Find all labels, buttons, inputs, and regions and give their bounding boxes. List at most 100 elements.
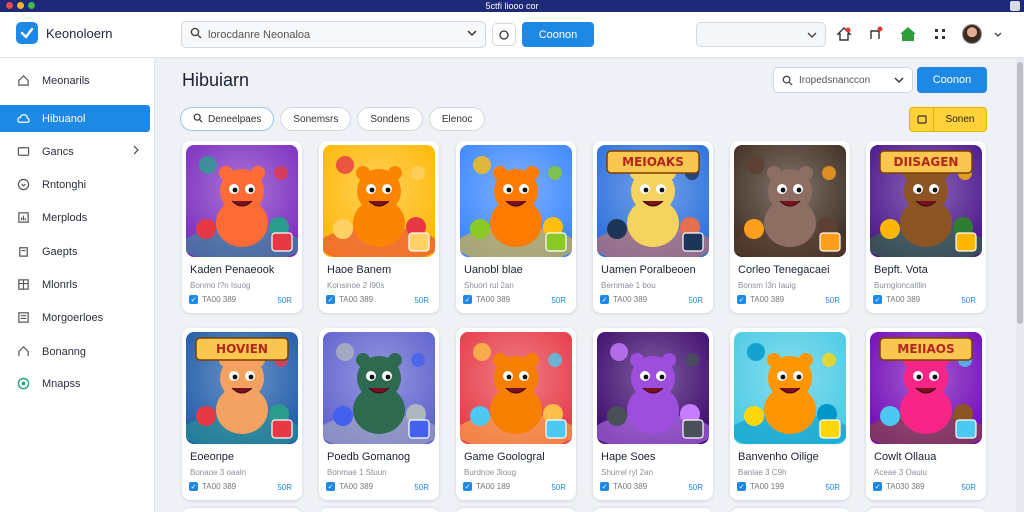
game-link[interactable]: 50R: [277, 483, 292, 492]
sidebar-item[interactable]: Gaepts: [0, 238, 150, 265]
filter-chip[interactable]: Sondens: [357, 107, 423, 131]
refresh-button[interactable]: [492, 23, 516, 46]
filter-chip[interactable]: Elenoc: [428, 107, 486, 131]
sidebar-item[interactable]: Gancs: [0, 138, 150, 165]
sidebar-item[interactable]: Mnapss: [0, 370, 150, 397]
game-card[interactable]: Game Goologral Burdnoe 3ioug ✓ TA00 189 50R: [456, 328, 576, 500]
game-link[interactable]: 50R: [961, 483, 976, 492]
game-link[interactable]: 50R: [414, 296, 429, 305]
search-icon: [190, 26, 202, 44]
game-title[interactable]: Bepft. Vota: [874, 264, 928, 276]
sidebar-item[interactable]: Rntonghi: [0, 171, 150, 198]
game-title[interactable]: Poedb Gomanog: [327, 451, 410, 463]
game-link[interactable]: 50R: [277, 296, 292, 305]
chevron-down-icon[interactable]: [467, 29, 477, 40]
sidebar-item[interactable]: Merplods: [0, 204, 150, 231]
window-menu-button[interactable]: [1010, 1, 1020, 11]
game-thumbnail[interactable]: DIISAGEN: [870, 145, 982, 257]
game-thumbnail[interactable]: [323, 332, 435, 444]
card-row-peek: [593, 508, 713, 512]
checkbox-icon[interactable]: ✓: [600, 482, 609, 491]
header-search-input[interactable]: lorocdanre Neonaloa: [181, 21, 486, 48]
sidebar-item[interactable]: Bonanng: [0, 338, 150, 365]
checkbox-icon[interactable]: ✓: [189, 295, 198, 304]
grid-menu-icon[interactable]: [930, 24, 950, 44]
game-title[interactable]: Banvenho Oilige: [738, 451, 819, 463]
game-title[interactable]: Corleo Tenegacaei: [738, 264, 830, 276]
sidebar-item[interactable]: Meonarils: [0, 67, 150, 94]
game-thumbnail[interactable]: MEIIAOS: [870, 332, 982, 444]
game-link[interactable]: 50R: [414, 483, 429, 492]
content-search-button[interactable]: Coonon: [917, 67, 987, 93]
game-thumbnail[interactable]: [460, 332, 572, 444]
chart-icon: [16, 211, 30, 225]
app-logo[interactable]: Keonoloern: [16, 22, 113, 44]
filter-chip[interactable]: Sonemsrs: [280, 107, 352, 131]
game-thumbnail[interactable]: MEIOAKS: [597, 145, 709, 257]
chevron-down-icon[interactable]: [994, 25, 1002, 43]
game-card[interactable]: DIISAGEN Bepft. Vota Burngloncaitlin ✓ TA00 …: [866, 141, 986, 313]
checkbox-icon[interactable]: ✓: [737, 295, 746, 304]
game-card[interactable]: Hape Soes Shurrel ryl 2an ✓ TA00 389 50R: [593, 328, 713, 500]
game-title[interactable]: Haoe Banem: [327, 264, 391, 276]
house-alert-icon[interactable]: [834, 24, 854, 44]
game-title[interactable]: Game Goologral: [464, 451, 545, 463]
game-link[interactable]: 50R: [688, 296, 703, 305]
checkbox-icon[interactable]: ✓: [326, 482, 335, 491]
game-title[interactable]: Uamen Poralbeoen: [601, 264, 696, 276]
checkbox-icon[interactable]: ✓: [873, 482, 882, 491]
game-title[interactable]: Hape Soes: [601, 451, 655, 463]
sidebar-item[interactable]: Mlonrls: [0, 271, 150, 298]
game-thumbnail[interactable]: HOVIEN: [186, 332, 298, 444]
filter-chip-label: Sonemsrs: [293, 113, 339, 125]
game-title[interactable]: Uanobl blae: [464, 264, 523, 276]
checkbox-icon[interactable]: ✓: [326, 295, 335, 304]
chevron-down-icon[interactable]: [894, 76, 904, 84]
game-thumbnail[interactable]: [323, 145, 435, 257]
game-thumbnail[interactable]: [597, 332, 709, 444]
game-card[interactable]: Uanobl blae Shuorl rul 2an ✓ TA00 389 50R: [456, 141, 576, 313]
game-card[interactable]: MEIIAOS Cowlt Ollaua Aceae 3 Oauiu ✓ TA030 3…: [866, 328, 986, 500]
scrollbar-thumb[interactable]: [1017, 62, 1023, 324]
game-card[interactable]: MEIOAKS Uamen Poralbeoen Bernmae 1 bou ✓ TA0…: [593, 141, 713, 313]
checkbox-icon[interactable]: ✓: [873, 295, 882, 304]
header-dropdown[interactable]: [696, 22, 826, 47]
content-search-input[interactable]: Iropedsnanccon: [773, 67, 913, 93]
game-card[interactable]: Haoe Banem Konsinoe 2 I90s ✓ TA00 389 50R: [319, 141, 439, 313]
game-card[interactable]: Poedb Gomanog Bonmae 1 Stuun ✓ TA00 389 50R: [319, 328, 439, 500]
checkbox-icon[interactable]: ✓: [737, 482, 746, 491]
game-title[interactable]: Eoeonpe: [190, 451, 234, 463]
game-link[interactable]: 50R: [551, 296, 566, 305]
sidebar-item[interactable]: Hibuanol: [0, 105, 150, 132]
game-card[interactable]: Corleo Tenegacaei Bonsm I3n Iauig ✓ TA00 38…: [730, 141, 850, 313]
game-link[interactable]: 50R: [688, 483, 703, 492]
bell-icon[interactable]: [866, 24, 886, 44]
game-link[interactable]: 50R: [961, 296, 976, 305]
game-thumbnail[interactable]: [186, 145, 298, 257]
filter-chip[interactable]: Deneelpaes: [180, 107, 275, 131]
home-icon[interactable]: [898, 24, 918, 44]
game-card[interactable]: Kaden Penaeook Bonmo I?n Isuog ✓ TA00 389 50…: [182, 141, 302, 313]
game-thumbnail[interactable]: [460, 145, 572, 257]
header-search-button[interactable]: Coonon: [522, 22, 594, 47]
sort-button[interactable]: Sonen: [909, 107, 987, 132]
game-subtitle: Bonsm I3n Iauig: [738, 281, 796, 290]
game-meta: ✓ TA030 389: [873, 482, 925, 491]
checkbox-icon[interactable]: ✓: [600, 295, 609, 304]
game-link[interactable]: 50R: [551, 483, 566, 492]
game-card[interactable]: Banvenho Oilige Banlae 3 C9h ✓ TA00 199 50R: [730, 328, 850, 500]
checkbox-icon[interactable]: ✓: [463, 295, 472, 304]
game-title[interactable]: Cowlt Ollaua: [874, 451, 936, 463]
game-thumbnail[interactable]: [734, 332, 846, 444]
game-link[interactable]: 50R: [825, 483, 840, 492]
game-link[interactable]: 50R: [825, 296, 840, 305]
game-card[interactable]: HOVIEN Eoeonpe Bonaoe 3 oaaln ✓ TA00 389 50R: [182, 328, 302, 500]
game-thumbnail[interactable]: [734, 145, 846, 257]
checkbox-icon[interactable]: ✓: [463, 482, 472, 491]
sidebar-item[interactable]: Morgoerloes: [0, 304, 150, 331]
checkbox-icon[interactable]: ✓: [189, 482, 198, 491]
chevron-right-icon[interactable]: [133, 145, 140, 158]
user-avatar[interactable]: [962, 24, 982, 44]
game-title[interactable]: Kaden Penaeook: [190, 264, 274, 276]
scrollbar[interactable]: [1016, 58, 1024, 512]
